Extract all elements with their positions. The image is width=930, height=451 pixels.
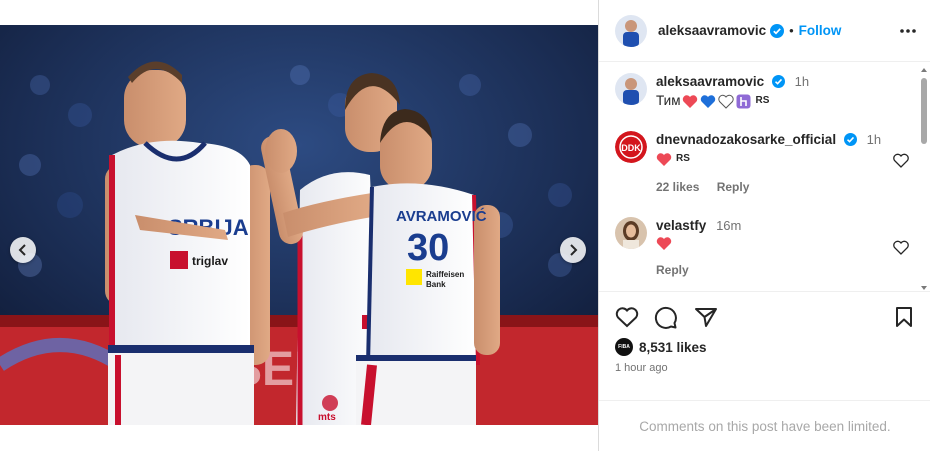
author-avatar[interactable]: [615, 14, 647, 47]
caption-word: Тим: [656, 93, 681, 108]
comments-limited-notice: Comments on this post have been limited.: [599, 400, 930, 451]
instagram-post-dialog: SEL SRBIJA triglav: [0, 0, 930, 451]
save-bookmark-icon[interactable]: [894, 306, 914, 328]
comment-time: 16m: [716, 218, 742, 233]
caption-text: Тим RS: [656, 92, 809, 110]
flag-code: RS: [676, 153, 690, 164]
red-heart-icon: [683, 94, 698, 108]
chevron-right-icon: [570, 244, 578, 256]
scrollbar-thumb[interactable]: [921, 78, 927, 144]
limited-notice-text: Comments on this post have been limited.: [639, 418, 891, 434]
purple-emoji-icon: [736, 94, 751, 108]
verified-badge-icon: [770, 23, 785, 38]
next-slide-button[interactable]: [560, 237, 586, 263]
comment-bubble-icon[interactable]: [654, 306, 678, 330]
verified-badge-icon: [843, 133, 857, 146]
post-side-panel: aleksaavramovic • Follow aleksaavramovic…: [598, 0, 930, 451]
caption-time: 1h: [794, 74, 810, 89]
red-heart-icon: [656, 152, 672, 166]
liker-avatar: FIBA: [615, 338, 633, 356]
red-heart-icon: [656, 237, 672, 250]
post-timestamp[interactable]: 1 hour ago: [615, 362, 668, 374]
jersey-right-number: 30: [407, 227, 449, 269]
author-username[interactable]: aleksaavramovic: [658, 23, 766, 38]
comment-username[interactable]: velastfy: [656, 218, 706, 233]
follow-button[interactable]: Follow: [799, 23, 842, 38]
caption-avatar[interactable]: [615, 73, 647, 105]
chevron-left-icon: [18, 244, 26, 256]
like-comment-heart-icon[interactable]: [893, 153, 909, 168]
share-paper-plane-icon[interactable]: [694, 306, 718, 328]
flag-code: RS: [755, 95, 770, 106]
reply-button[interactable]: Reply: [656, 263, 689, 277]
header-separator: •: [789, 23, 794, 38]
comment-username[interactable]: dnevnadozakosarke_official: [656, 132, 836, 147]
verified-badge-icon: [771, 75, 785, 88]
post-header: aleksaavramovic • Follow: [599, 0, 930, 62]
svg-text:Bank: Bank: [426, 280, 446, 289]
comment-item: velastfy 16m Reply: [615, 217, 741, 279]
likes-count[interactable]: 8,531 likes: [639, 340, 707, 355]
post-actions: FIBA 8,531 likes 1 hour ago: [599, 291, 930, 401]
comment-text: [656, 236, 741, 251]
comments-list[interactable]: aleksaavramovic 1h Тим RS DDK dnevnadoza…: [599, 63, 930, 291]
more-options-icon[interactable]: [899, 22, 917, 40]
comment-text: RS: [656, 150, 881, 168]
mts-text: mts: [318, 412, 336, 423]
like-comment-heart-icon[interactable]: [893, 240, 909, 255]
svg-text:DDK: DDK: [621, 143, 641, 153]
caption-item: aleksaavramovic 1h Тим RS: [615, 73, 809, 110]
post-photo: SEL SRBIJA triglav: [0, 25, 598, 425]
previous-slide-button[interactable]: [10, 237, 36, 263]
sponsor-left-text: triglav: [192, 254, 228, 268]
like-heart-icon[interactable]: [615, 306, 639, 328]
comment-avatar[interactable]: DDK: [615, 131, 647, 163]
comment-likes[interactable]: 22 likes: [656, 180, 699, 194]
post-media-carousel[interactable]: SEL SRBIJA triglav: [0, 25, 598, 425]
comment-item: DDK dnevnadozakosarke_official 1h RS 22 …: [615, 131, 881, 196]
jersey-right-name: AVRAMOVIĆ: [396, 207, 487, 225]
comment-avatar[interactable]: [615, 217, 647, 249]
reply-button[interactable]: Reply: [717, 180, 750, 194]
comment-time: 1h: [866, 132, 882, 147]
caption-username[interactable]: aleksaavramovic: [656, 74, 764, 89]
svg-text:Raiffeisen: Raiffeisen: [426, 270, 464, 279]
white-heart-icon: [718, 94, 735, 109]
likes-summary[interactable]: FIBA 8,531 likes: [615, 338, 707, 356]
blue-heart-icon: [701, 94, 716, 108]
